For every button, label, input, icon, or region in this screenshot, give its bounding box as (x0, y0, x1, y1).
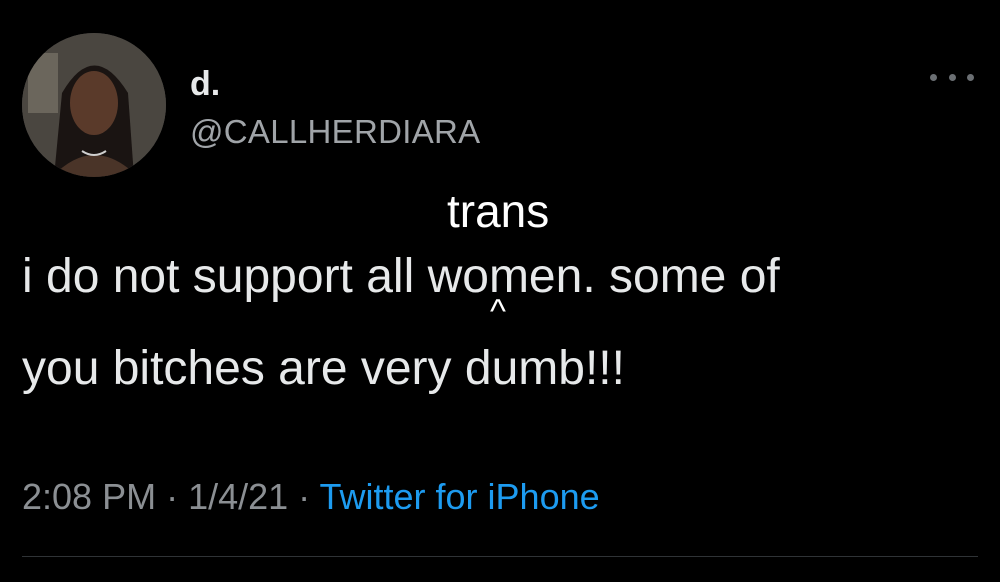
dot (948, 73, 956, 81)
dot (967, 73, 974, 81)
tweet-date[interactable]: 1/4/21 (188, 476, 288, 517)
tweet-time[interactable]: 2:08 PM (22, 476, 156, 517)
tweet-source-link[interactable]: Twitter for iPhone (320, 476, 600, 517)
separator: · (288, 476, 320, 517)
tweet-metadata: 2:08 PM · 1/4/21 · Twitter for iPhone (22, 474, 600, 520)
more-horizontal-icon[interactable] (930, 70, 974, 84)
dot (930, 73, 937, 81)
user-handle[interactable]: @CALLHERDIARA (190, 112, 480, 152)
tweet-card: d. @CALLHERDIARA trans ^ i do not suppor… (0, 0, 1000, 582)
inserted-word-annotation: trans (447, 185, 550, 237)
divider (22, 556, 978, 557)
tweet-text-line-1: i do not support all women. some of (22, 250, 780, 303)
separator: · (156, 476, 189, 517)
avatar-image (22, 33, 166, 177)
tweet-text-line-2: you bitches are very dumb!!! (22, 342, 625, 395)
avatar[interactable] (22, 33, 166, 177)
display-name[interactable]: d. (190, 64, 220, 104)
